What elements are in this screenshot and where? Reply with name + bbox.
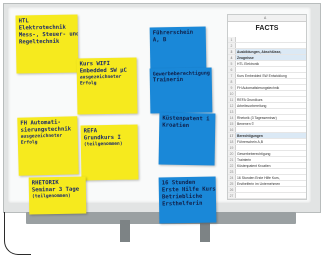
tray-bracket-left xyxy=(120,220,130,242)
sheet-row-number: 19 xyxy=(228,145,236,150)
sheet-row-number: 20 xyxy=(228,151,236,156)
note-rhetorik-line-3: (teilgenommen) xyxy=(31,193,71,200)
sheet-row-number: 7 xyxy=(228,73,236,78)
sheet-row-number: 16 xyxy=(228,127,236,132)
sheet-row-number: 1 xyxy=(228,37,236,42)
note-gewerbe: Gewerbeberechtigung Trainerin xyxy=(149,67,213,114)
sheet-row-number: 21 xyxy=(228,157,236,162)
sheet-row-number: 2 xyxy=(228,43,236,48)
note-refa-line-3: (teilgenommen) xyxy=(83,141,123,148)
note-fuehrerschein: Führerschein A, B xyxy=(149,26,207,70)
note-erste-hilfe-line-4: Ersthelferin xyxy=(162,200,203,208)
sheet-row-number: 14 xyxy=(228,115,236,120)
note-kuestenpatent: Küstenpatent i Kroatien xyxy=(158,112,216,166)
note-fh: FH Automati- sierungstechnik ausgezeichn… xyxy=(17,116,79,176)
sheet-row: 27 xyxy=(228,193,306,199)
note-kuestenpatent-line-2: Kroatien xyxy=(162,122,190,130)
sheet-row-number: 8 xyxy=(228,79,236,84)
sheet-row-number: 10 xyxy=(228,91,236,96)
sheet-row-number: 22 xyxy=(228,163,236,168)
sheet-row-number: 6 xyxy=(228,67,236,72)
sheet-row-number: 17 xyxy=(228,133,236,138)
sheet-row-number: 3 xyxy=(228,49,236,54)
sheet-row-number: 4 xyxy=(228,55,236,60)
sheet-row-number: 18 xyxy=(228,139,236,144)
note-erste-hilfe: 16 Stunden Erste Hilfe Kurs Betriebliche… xyxy=(158,176,217,224)
sheet-row-number: 24 xyxy=(228,175,236,180)
note-gewerbe-line-2: Trainerin xyxy=(152,77,184,84)
note-refa: REFA Grundkurs I (teilgenommen) xyxy=(80,124,139,181)
note-htl-line-4: Regeltechnik xyxy=(18,38,60,46)
sheet-row-number: 26 xyxy=(228,187,236,192)
sheet-title: FACTS xyxy=(255,25,279,32)
note-kurs-wifi-line-4: Erfolg xyxy=(79,80,97,87)
sheet-column-a: A xyxy=(264,16,267,20)
sheet-row-number: 25 xyxy=(228,181,236,186)
note-kurs-wifi: Kurs WIFI Embedded SW µC ausgezeichneter… xyxy=(76,57,138,115)
note-fh-line-4: Erfolg xyxy=(20,139,38,146)
sheet-row-number: 13 xyxy=(228,109,236,114)
facts-spreadsheet: A FACTS 1 2 3 Ausbildungen, Abschlüsse, 4 Zeu… xyxy=(227,14,307,200)
sheet-row-number: 27 xyxy=(228,193,236,198)
note-fuehrerschein-line-2: A, B xyxy=(152,37,167,44)
note-rhetorik: RHETORIK Seminar 3 Tage (teilgenommen) xyxy=(28,176,87,215)
sheet-row-number: 15 xyxy=(228,121,236,126)
sheet-row-number: 9 xyxy=(228,85,236,90)
sheet-row-number: 23 xyxy=(228,169,236,174)
sheet-row-number: 5 xyxy=(228,61,236,66)
note-htl: HTL Elektrotechnik Mess-, Steuer- und Re… xyxy=(15,14,79,74)
cable xyxy=(4,212,31,255)
sheet-column-header: A xyxy=(228,15,306,22)
sheet-row-number: 12 xyxy=(228,103,236,108)
sheet-row-number: 11 xyxy=(228,97,236,102)
tray-bracket-right xyxy=(200,220,210,242)
